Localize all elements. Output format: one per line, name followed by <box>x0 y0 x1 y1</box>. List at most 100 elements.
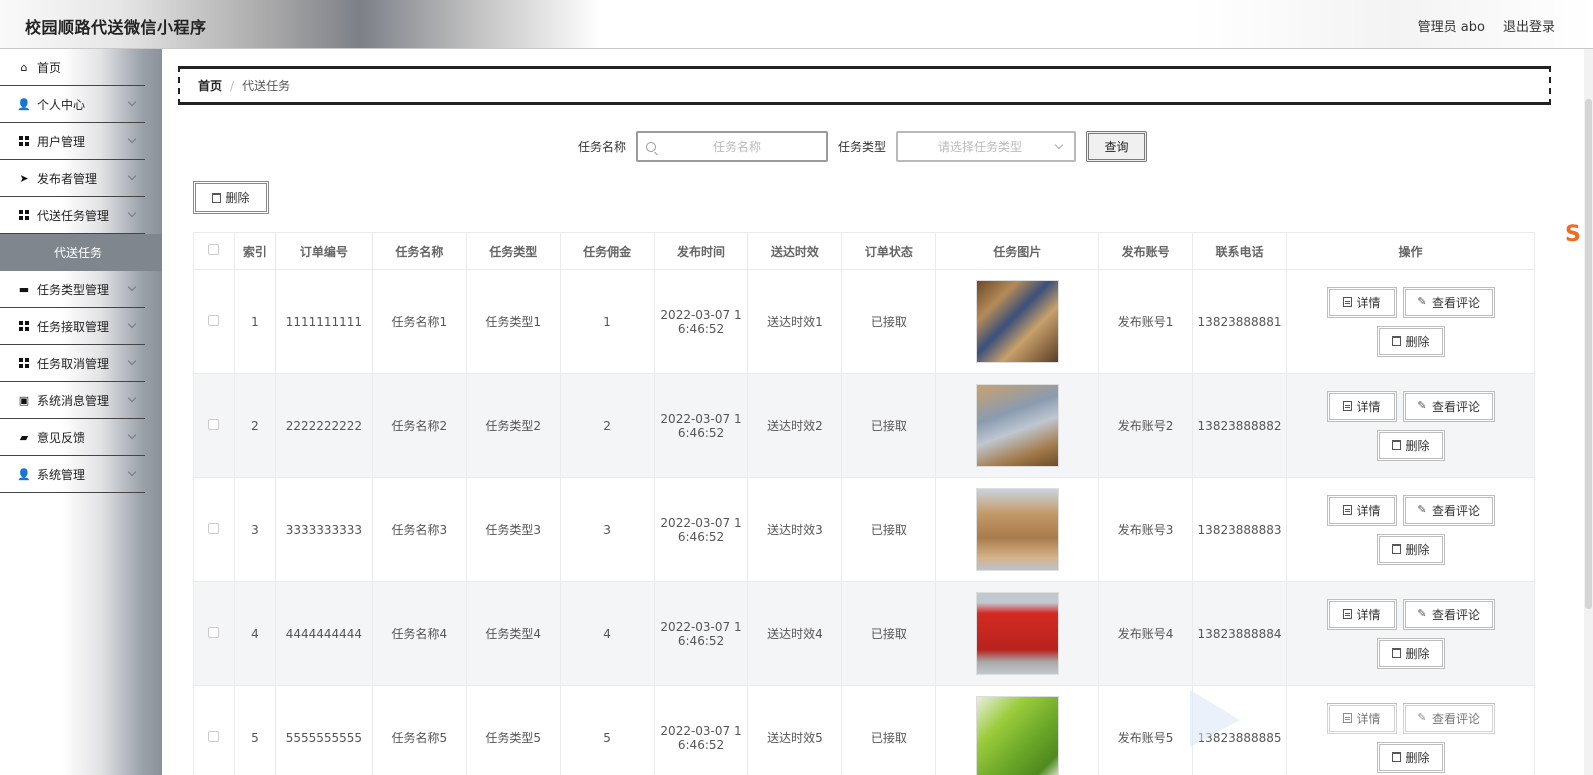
column-header: 任务名称 <box>371 232 467 270</box>
task-name-input[interactable]: 任务名称 <box>636 131 829 162</box>
floating-s-logo-icon[interactable]: S <box>1565 222 1591 256</box>
row-delete-button[interactable]: 删除 <box>1376 325 1445 357</box>
cell-task-image <box>935 477 1100 582</box>
chevron-down-icon <box>127 134 137 144</box>
row-checkbox[interactable] <box>208 730 220 742</box>
column-header: 索引 <box>233 232 276 270</box>
cell-order-no: 2222222222 <box>274 373 373 478</box>
task-image-thumbnail[interactable] <box>975 488 1059 571</box>
cell-task-fee: 5 <box>559 685 655 775</box>
task-name-label: 任务名称 <box>578 140 627 154</box>
grid-icon <box>18 209 30 221</box>
publish-time-line1: 2022-03-07 1 <box>660 619 742 634</box>
detail-button[interactable]: 详情 <box>1326 494 1397 526</box>
sidebar-item-task-accept[interactable]: 任务接取管理 <box>0 308 145 345</box>
row-delete-button[interactable]: 删除 <box>1376 637 1445 669</box>
task-image-thumbnail[interactable] <box>975 280 1059 363</box>
cell-actions: 详情 ✎ 查看评论删除 <box>1286 581 1535 686</box>
bulk-delete-button[interactable]: 删除 <box>193 181 269 214</box>
view-review-button[interactable]: ✎ 查看评论 <box>1402 390 1495 422</box>
sidebar-item-system-messages[interactable]: ▣ 系统消息管理 <box>0 382 145 419</box>
trash-icon <box>1391 648 1401 658</box>
table-row: 3 3333333333 任务名称3 任务类型3 3 2022-03-07 1 6:46:5… <box>193 477 1535 582</box>
view-review-button[interactable]: ✎ 查看评论 <box>1402 286 1495 318</box>
sidebar-item-feedback[interactable]: ▰ 意见反馈 <box>0 419 145 456</box>
view-review-button[interactable]: ✎ 查看评论 <box>1402 598 1495 630</box>
document-icon <box>1342 401 1352 411</box>
query-button[interactable]: 查询 <box>1086 131 1148 162</box>
cell-phone: 13823888881 <box>1192 269 1288 374</box>
table-header-row: 索引 订单编号 任务名称 任务类型 任务佣金 发布时间 送达时效 订单状态 任务… <box>193 232 1535 270</box>
view-review-button[interactable]: ✎ 查看评论 <box>1402 702 1495 734</box>
review-label: 查看评论 <box>1432 503 1481 518</box>
sidebar-item-label: 发布者管理 <box>37 171 98 186</box>
task-type-placeholder: 请选择任务类型 <box>938 140 1023 154</box>
row-select-cell <box>193 477 235 582</box>
breadcrumb-home[interactable]: 首页 <box>198 77 222 94</box>
logout-link[interactable]: 退出登录 <box>1503 16 1555 35</box>
row-checkbox[interactable] <box>208 418 220 430</box>
row-checkbox[interactable] <box>208 522 220 534</box>
detail-button[interactable]: 详情 <box>1326 390 1397 422</box>
edit-icon: ✎ <box>1417 503 1427 516</box>
cell-actions: 详情 ✎ 查看评论删除 <box>1286 269 1535 374</box>
chevron-down-icon <box>127 97 137 107</box>
cell-publish-time: 2022-03-07 1 6:46:52 <box>653 685 749 775</box>
cell-order-no: 1111111111 <box>274 269 373 374</box>
column-header: 任务图片 <box>935 232 1100 270</box>
view-review-button[interactable]: ✎ 查看评论 <box>1402 494 1495 526</box>
detail-button[interactable]: 详情 <box>1326 702 1397 734</box>
breadcrumb-separator: / <box>230 78 235 93</box>
sidebar-item-task-types[interactable]: ▬ 任务类型管理 <box>0 271 145 308</box>
chevron-down-icon <box>127 208 137 218</box>
cell-index: 5 <box>233 685 276 775</box>
row-delete-label: 删除 <box>1405 334 1430 349</box>
row-checkbox[interactable] <box>208 626 220 638</box>
table-row: 4 4444444444 任务名称4 任务类型4 4 2022-03-07 1 6:46:5… <box>193 581 1535 686</box>
cell-index: 1 <box>233 269 276 374</box>
cell-order-no: 5555555555 <box>274 685 373 775</box>
row-select-cell <box>193 269 235 374</box>
row-checkbox[interactable] <box>208 314 220 326</box>
sidebar-item-label: 用户管理 <box>37 134 86 149</box>
sidebar-item-label: 系统消息管理 <box>37 393 110 408</box>
send-icon: ➤ <box>19 171 29 185</box>
task-image-thumbnail[interactable] <box>975 592 1059 675</box>
app-title: 校园顺路代送微信小程序 <box>25 18 207 37</box>
task-type-select[interactable]: 请选择任务类型 <box>896 131 1077 162</box>
cell-task-image <box>935 269 1100 374</box>
table-row: 1 1111111111 任务名称1 任务类型1 1 2022-03-07 1 6:46:5… <box>193 269 1535 374</box>
cell-account: 发布账号1 <box>1098 269 1194 374</box>
detail-button[interactable]: 详情 <box>1326 598 1397 630</box>
cell-index: 2 <box>233 373 276 478</box>
page-scrollbar[interactable] <box>1584 49 1593 775</box>
sidebar-item-publishers[interactable]: ➤ 发布者管理 <box>0 160 145 197</box>
trash-icon <box>1391 752 1401 762</box>
row-delete-button[interactable]: 删除 <box>1376 533 1445 565</box>
search-bar: 任务名称 任务名称 任务类型 请选择任务类型 查询 <box>578 131 1148 162</box>
sidebar-item-delivery-tasks[interactable]: 代送任务管理 <box>0 197 145 234</box>
sidebar-item-label: 任务接取管理 <box>37 319 110 334</box>
sidebar-item-users[interactable]: 用户管理 <box>0 123 145 160</box>
cell-publish-time: 2022-03-07 1 6:46:52 <box>653 373 749 478</box>
sidebar-item-home[interactable]: ⌂ 首页 <box>0 49 145 86</box>
detail-button[interactable]: 详情 <box>1326 286 1397 318</box>
task-name-placeholder: 任务名称 <box>713 140 762 154</box>
sidebar-subitem-delivery-task[interactable]: 代送任务 <box>0 234 162 271</box>
scrollbar-thumb[interactable] <box>1585 99 1592 609</box>
cell-task-type: 任务类型4 <box>465 581 561 686</box>
row-delete-button[interactable]: 删除 <box>1376 429 1445 461</box>
sidebar-item-profile[interactable]: 👤 个人中心 <box>0 86 145 123</box>
cell-publish-time: 2022-03-07 1 6:46:52 <box>653 269 749 374</box>
sidebar-item-system[interactable]: 👤 系统管理 <box>0 456 145 493</box>
cell-status: 已接取 <box>841 269 937 374</box>
task-image-thumbnail[interactable] <box>975 696 1059 775</box>
task-image-thumbnail[interactable] <box>975 384 1059 467</box>
sidebar-item-task-cancel[interactable]: 任务取消管理 <box>0 345 145 382</box>
cell-task-type: 任务类型1 <box>465 269 561 374</box>
select-all-checkbox[interactable] <box>208 244 220 255</box>
chevron-down-icon <box>127 171 137 181</box>
trash-icon <box>1391 440 1401 450</box>
row-delete-button[interactable]: 删除 <box>1376 741 1445 773</box>
cell-actions: 详情 ✎ 查看评论删除 <box>1286 373 1535 478</box>
